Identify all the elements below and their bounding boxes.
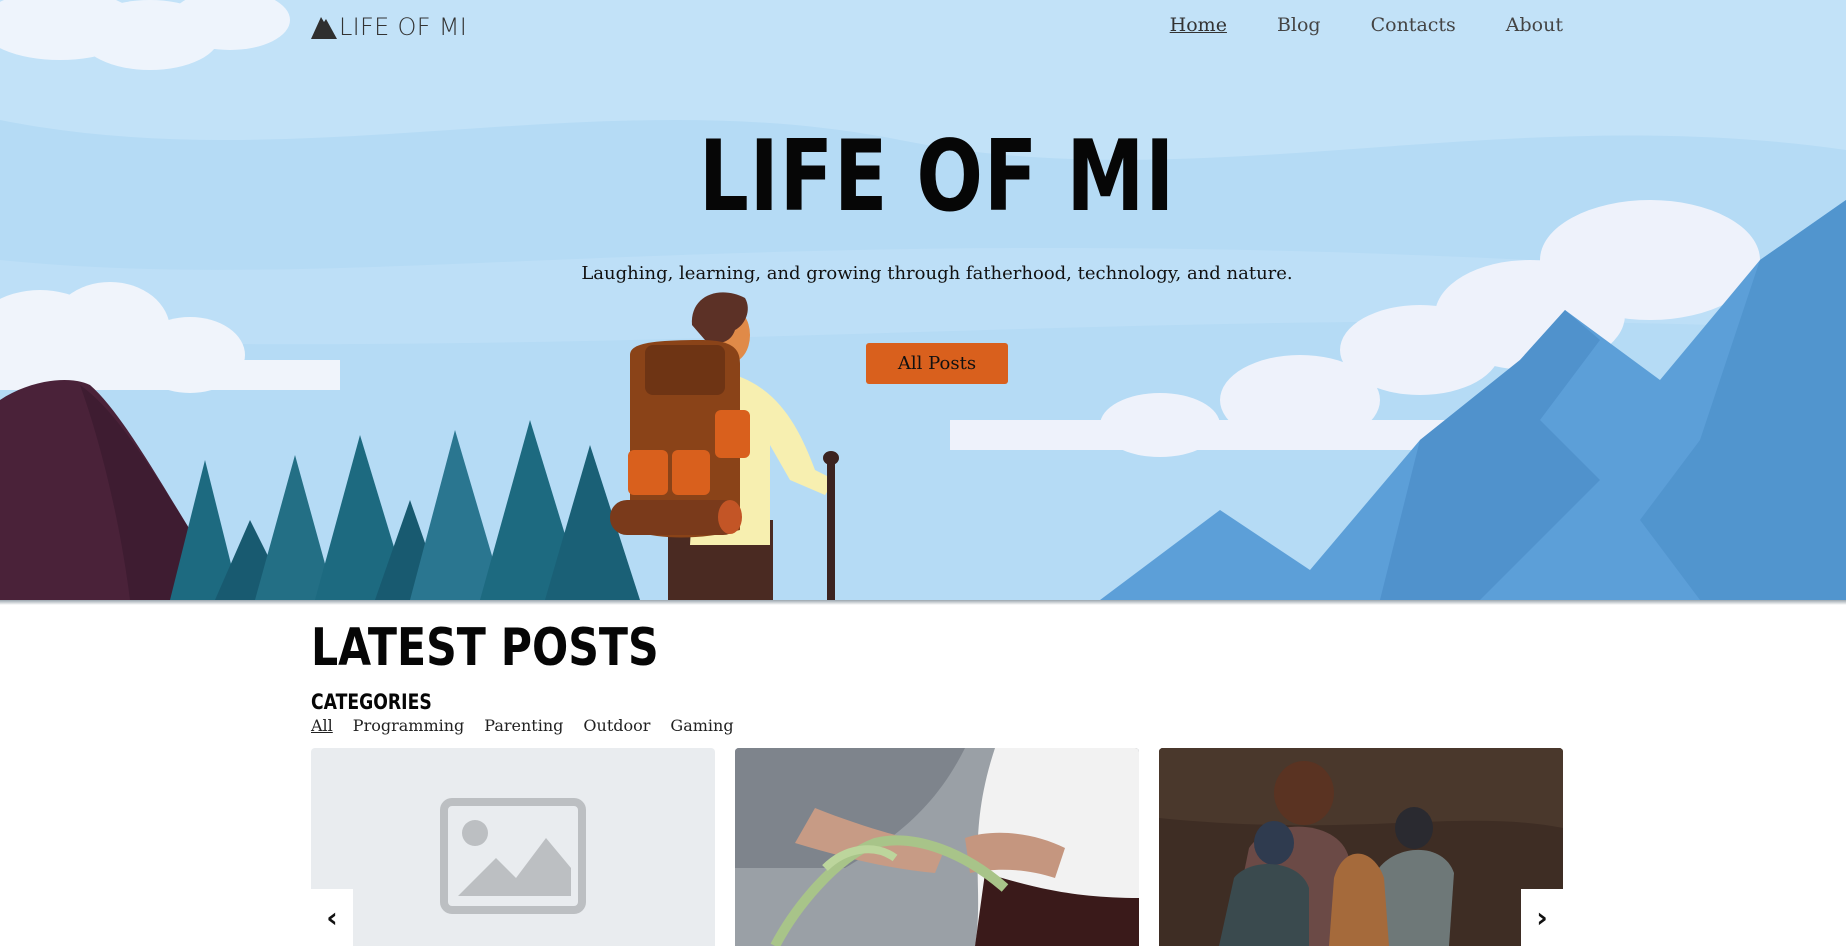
hero-divider <box>0 600 1846 605</box>
category-filter: All Programming Parenting Outdoor Gaming <box>311 716 734 735</box>
nav-links: Home Blog Contacts About <box>1170 14 1563 36</box>
logo-text: LIFE OF MI <box>339 13 468 41</box>
category-programming[interactable]: Programming <box>353 716 464 735</box>
nav-link-contacts[interactable]: Contacts <box>1371 14 1456 36</box>
climbing-rope-image <box>735 748 1139 946</box>
category-gaming[interactable]: Gaming <box>670 716 733 735</box>
hero-illustration <box>0 0 1846 600</box>
posts-carousel <box>311 748 1563 946</box>
category-all[interactable]: All <box>311 716 333 735</box>
nav-link-home[interactable]: Home <box>1170 14 1227 36</box>
post-card-family[interactable] <box>1159 748 1563 946</box>
category-parenting[interactable]: Parenting <box>484 716 563 735</box>
image-placeholder-icon <box>440 798 586 914</box>
categories-heading: CATEGORIES <box>311 690 432 714</box>
latest-posts-section: LATEST POSTS CATEGORIES All Programming … <box>311 612 1563 735</box>
mountain-logo-icon <box>311 17 337 39</box>
family-dog-image <box>1159 748 1563 946</box>
carousel-next-button[interactable]: › <box>1521 889 1563 946</box>
all-posts-button[interactable]: All Posts <box>866 343 1008 384</box>
hero-subtitle: Laughing, learning, and growing through … <box>581 263 1293 284</box>
hero-title: LIFE OF MI <box>698 120 1176 234</box>
post-card-placeholder[interactable] <box>311 748 715 946</box>
carousel-prev-button[interactable]: ‹ <box>311 889 353 946</box>
category-outdoor[interactable]: Outdoor <box>583 716 650 735</box>
top-navigation: LIFE OF MI Home Blog Contacts About <box>311 0 1563 52</box>
nav-link-blog[interactable]: Blog <box>1277 14 1321 36</box>
nav-link-about[interactable]: About <box>1506 14 1563 36</box>
post-card-climbing[interactable] <box>735 748 1139 946</box>
latest-posts-heading: LATEST POSTS <box>311 618 659 678</box>
logo-link[interactable]: LIFE OF MI <box>311 13 467 41</box>
hero-banner: LIFE OF MI Home Blog Contacts About LIFE… <box>0 0 1846 600</box>
